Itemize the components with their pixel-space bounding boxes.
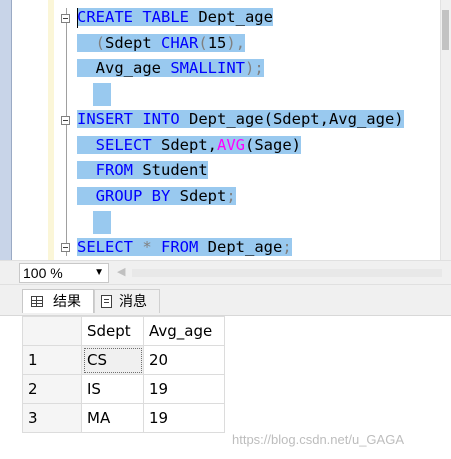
- editor-scroll-thumb[interactable]: [442, 10, 449, 50]
- column-header-sdept[interactable]: Sdept: [81, 316, 144, 346]
- selection-blank-2: [93, 211, 111, 234]
- editor-left-strip: [0, 0, 12, 260]
- code-line-3: Avg_age SMALLINT);: [77, 57, 264, 80]
- row-number[interactable]: 3: [22, 403, 82, 433]
- grid-cell[interactable]: 20: [143, 345, 225, 375]
- column-header-avg-age[interactable]: Avg_age: [143, 316, 225, 346]
- selection-blank-1: [93, 83, 111, 106]
- outline-guide-line: [66, 8, 67, 256]
- grid-corner-cell[interactable]: [22, 316, 82, 346]
- grid-cell[interactable]: MA: [81, 403, 144, 433]
- zoom-bar: 100 % ▼ ◀: [0, 260, 451, 285]
- editor-vertical-scrollbar[interactable]: [440, 0, 451, 260]
- query-editor[interactable]: CREATE TABLE Dept_age (Sdept CHAR(15), A…: [0, 0, 451, 260]
- grid-cell[interactable]: IS: [81, 374, 144, 404]
- tab-messages-label: 消息: [119, 294, 147, 310]
- collapse-insert-icon[interactable]: [61, 116, 70, 125]
- collapse-create-icon[interactable]: [61, 14, 70, 23]
- code-line-2: (Sdept CHAR(15),: [77, 32, 246, 55]
- grid-cell[interactable]: 19: [143, 374, 225, 404]
- text-caret: [77, 8, 78, 28]
- editor-horizontal-scrollbar[interactable]: [132, 269, 442, 277]
- tab-results[interactable]: 结果: [22, 289, 94, 313]
- chevron-down-icon: ▼: [94, 267, 104, 278]
- result-tabs: 结果 消息: [0, 285, 451, 315]
- row-number[interactable]: 1: [22, 345, 82, 375]
- code-line-1: CREATE TABLE Dept_age: [77, 8, 273, 26]
- watermark-text: https://blog.csdn.net/u_GAGA: [232, 432, 404, 447]
- code-line-6: SELECT Sdept,AVG(Sage): [77, 134, 301, 157]
- tab-messages[interactable]: 消息: [94, 289, 160, 313]
- collapse-select-icon[interactable]: [61, 243, 70, 252]
- grid-cell[interactable]: 19: [143, 403, 225, 433]
- zoom-dropdown[interactable]: 100 % ▼: [19, 263, 109, 283]
- editor-change-margin: [48, 0, 54, 260]
- scroll-left-icon[interactable]: ◀: [117, 265, 125, 278]
- results-grid: Sdept Avg_age 1 CS 20 2 IS 19 3 MA 19: [22, 316, 225, 433]
- table-row: 3 MA 19: [22, 403, 225, 433]
- grid-header-row: Sdept Avg_age: [22, 316, 225, 346]
- zoom-value: 100 %: [23, 265, 63, 281]
- row-number[interactable]: 2: [22, 374, 82, 404]
- grid-icon: [31, 296, 43, 307]
- table-row: 2 IS 19: [22, 374, 225, 404]
- code-line-10: SELECT * FROM Dept_age;: [77, 238, 292, 256]
- message-icon: [101, 295, 112, 308]
- code-line-5: INSERT INTO Dept_age(Sdept,Avg_age): [77, 110, 404, 128]
- grid-cell[interactable]: CS: [81, 345, 144, 375]
- table-row: 1 CS 20: [22, 345, 225, 375]
- tab-results-label: 结果: [53, 294, 81, 310]
- code-line-7: FROM Student: [77, 159, 208, 182]
- code-line-8: GROUP BY Sdept;: [77, 185, 236, 208]
